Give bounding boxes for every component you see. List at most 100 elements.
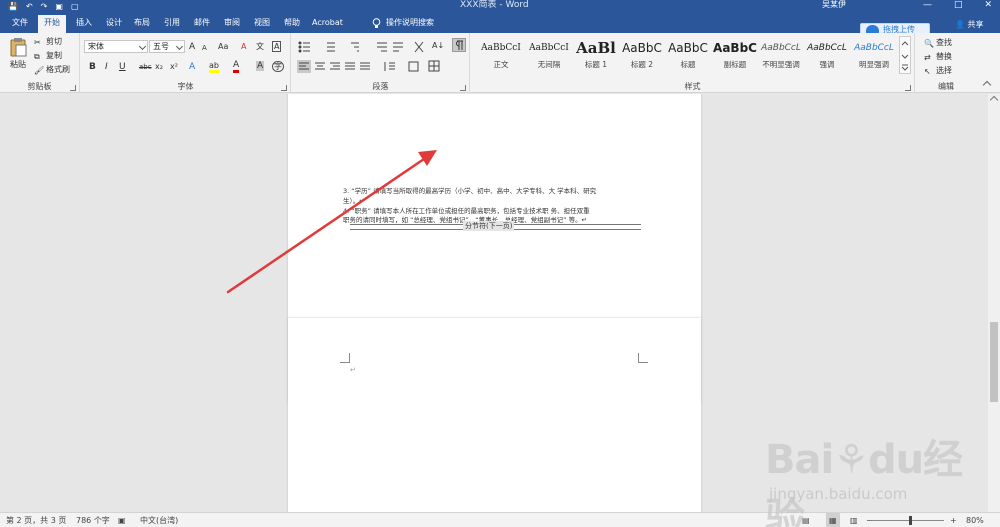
tab-view[interactable]: 视图 xyxy=(248,15,276,33)
find-button[interactable]: 🔍 查找 xyxy=(924,37,952,49)
styles-scroll[interactable] xyxy=(899,36,911,74)
font-color-button[interactable]: A xyxy=(233,61,240,73)
tab-help[interactable]: 帮助 xyxy=(278,15,306,33)
styles-group: AaBbCcI 正文 AaBbCcI 无间隔 AaBl 标题 1 AaBbC 标… xyxy=(471,33,915,93)
save-icon[interactable]: 💾 xyxy=(8,0,18,13)
grow-font-button[interactable]: A xyxy=(189,41,195,53)
paste-icon[interactable] xyxy=(9,37,27,57)
user-name[interactable]: 吴某伊 xyxy=(822,0,846,9)
collapse-ribbon-icon[interactable] xyxy=(982,80,992,90)
select-button[interactable]: ↖ 选择 xyxy=(924,65,952,77)
tell-me-label: 操作说明搜索 xyxy=(386,18,434,27)
page-count[interactable]: 第 2 页，共 3 页 xyxy=(6,513,66,527)
italic-button[interactable]: I xyxy=(105,61,108,73)
maximize-button[interactable]: □ xyxy=(954,0,963,10)
paragraph-launcher-icon[interactable] xyxy=(460,85,466,91)
document-title: XXX简表 - Word xyxy=(460,0,529,10)
subscript-button[interactable]: x₂ xyxy=(155,61,163,73)
highlight-button[interactable]: ab xyxy=(209,61,219,73)
char-border-button[interactable]: A xyxy=(272,41,282,52)
customize-qat-icon[interactable]: ▢ xyxy=(71,0,79,13)
tell-me-search[interactable]: 操作说明搜索 xyxy=(372,15,434,31)
enclose-char-button[interactable]: 字 xyxy=(272,61,284,72)
search-icon: 🔍 xyxy=(924,39,934,48)
person-icon: 👤 xyxy=(955,20,965,29)
change-case-button[interactable]: Aa xyxy=(218,41,228,53)
font-name-combo[interactable]: 宋体 xyxy=(84,40,148,53)
print-preview-icon[interactable]: ▣ xyxy=(55,0,63,13)
replace-button[interactable]: ⇄ 替换 xyxy=(924,51,952,63)
phonetic-guide-button[interactable]: 文 xyxy=(256,41,264,53)
copy-icon: ⧉ xyxy=(34,52,40,61)
sort-button[interactable]: A↓ xyxy=(432,40,444,52)
style-heading-1[interactable]: AaBl 标题 1 xyxy=(572,36,620,74)
styles-scroll-arrows-icon xyxy=(901,41,909,71)
superscript-button[interactable]: x² xyxy=(170,61,178,73)
font-size-value: 五号 xyxy=(153,42,169,51)
style-preview: AaBbCcL xyxy=(761,43,801,53)
font-group-label: 字体 xyxy=(177,82,194,91)
cut-label: 剪切 xyxy=(46,37,62,46)
style-intense-emphasis[interactable]: AaBbCcL 明显强调 xyxy=(850,36,898,74)
word-count[interactable]: 786 个字 xyxy=(76,513,110,527)
tab-references[interactable]: 引用 xyxy=(158,15,186,33)
char-shading-button[interactable]: A xyxy=(256,61,265,71)
tab-layout[interactable]: 布局 xyxy=(128,15,156,33)
find-label: 查找 xyxy=(936,38,952,47)
styles-launcher-icon[interactable] xyxy=(905,85,911,91)
style-preview: AaBbC xyxy=(622,41,662,55)
style-subtle-emphasis[interactable]: AaBbCcL 不明显强调 xyxy=(757,36,805,74)
show-marks-button[interactable] xyxy=(452,38,466,52)
share-button[interactable]: 👤 共享 xyxy=(955,17,984,33)
style-emphasis[interactable]: AaBbCcL 强调 xyxy=(803,36,851,74)
minimize-button[interactable]: — xyxy=(923,0,932,10)
replace-icon: ⇄ xyxy=(924,53,931,62)
editing-group: 🔍 查找 ⇄ 替换 ↖ 选择 编辑 xyxy=(916,33,976,93)
shrink-font-button[interactable]: A xyxy=(202,42,207,54)
style-title[interactable]: AaBbC 标题 xyxy=(664,36,712,74)
tab-review[interactable]: 审阅 xyxy=(218,15,246,33)
ribbon-tabs: 文件 开始 插入 设计 布局 引用 邮件 审阅 视图 帮助 Acrobat 操作… xyxy=(0,13,1000,37)
redo-icon[interactable]: ↷ xyxy=(41,0,48,13)
proofing-icon[interactable]: ▣ xyxy=(118,513,126,527)
watermark-url: jingyan.baidu.com xyxy=(769,485,908,503)
tab-home[interactable]: 开始 xyxy=(38,15,66,33)
tab-mailings[interactable]: 邮件 xyxy=(188,15,216,33)
clear-format-button[interactable]: A xyxy=(241,41,246,53)
copy-button[interactable]: ⧉ 复制 xyxy=(34,50,62,62)
cursor-icon: ↖ xyxy=(924,67,931,76)
style-no-spacing[interactable]: AaBbCcI 无间隔 xyxy=(525,36,573,74)
strikethrough-button[interactable]: abc xyxy=(139,61,152,73)
bold-button[interactable]: B xyxy=(89,61,96,73)
style-name: 标题 xyxy=(680,60,696,69)
style-preview: AaBbC xyxy=(713,41,757,55)
scissors-icon: ✂ xyxy=(34,38,41,47)
font-size-combo[interactable]: 五号 xyxy=(149,40,185,53)
chevron-down-icon xyxy=(175,42,184,51)
watermark-text: Bai⚘du经验 xyxy=(765,437,963,527)
style-subtitle[interactable]: AaBbC 副标题 xyxy=(711,36,759,74)
scrollbar-thumb[interactable] xyxy=(990,322,998,402)
text-effects-button[interactable]: A xyxy=(189,61,195,73)
close-button[interactable]: ✕ xyxy=(984,0,992,10)
paragraph-group: A↓ 段落 xyxy=(292,33,470,93)
style-heading-2[interactable]: AaBbC 标题 2 xyxy=(618,36,666,74)
style-normal[interactable]: AaBbCcI 正文 xyxy=(477,36,525,74)
paragraph-group-label: 段落 xyxy=(372,82,389,91)
tab-file[interactable]: 文件 xyxy=(6,15,34,33)
undo-icon[interactable]: ↶ xyxy=(26,0,33,13)
clipboard-launcher-icon[interactable] xyxy=(70,85,76,91)
tab-acrobat[interactable]: Acrobat xyxy=(306,15,349,33)
paste-button[interactable]: 粘贴 xyxy=(10,59,26,71)
tab-design[interactable]: 设计 xyxy=(100,15,128,33)
tab-insert[interactable]: 插入 xyxy=(70,15,98,33)
cut-button[interactable]: ✂ 剪切 xyxy=(34,36,62,48)
format-painter-button[interactable]: 🖌 格式刷 xyxy=(34,64,70,76)
underline-button[interactable]: U xyxy=(119,61,126,73)
font-launcher-icon[interactable] xyxy=(281,85,287,91)
style-name: 明显强调 xyxy=(859,60,889,69)
paintbrush-icon: 🖌 xyxy=(34,66,45,75)
select-label: 选择 xyxy=(936,66,952,75)
language-status[interactable]: 中文(台湾) xyxy=(140,513,178,527)
scroll-up-icon[interactable] xyxy=(989,95,999,105)
